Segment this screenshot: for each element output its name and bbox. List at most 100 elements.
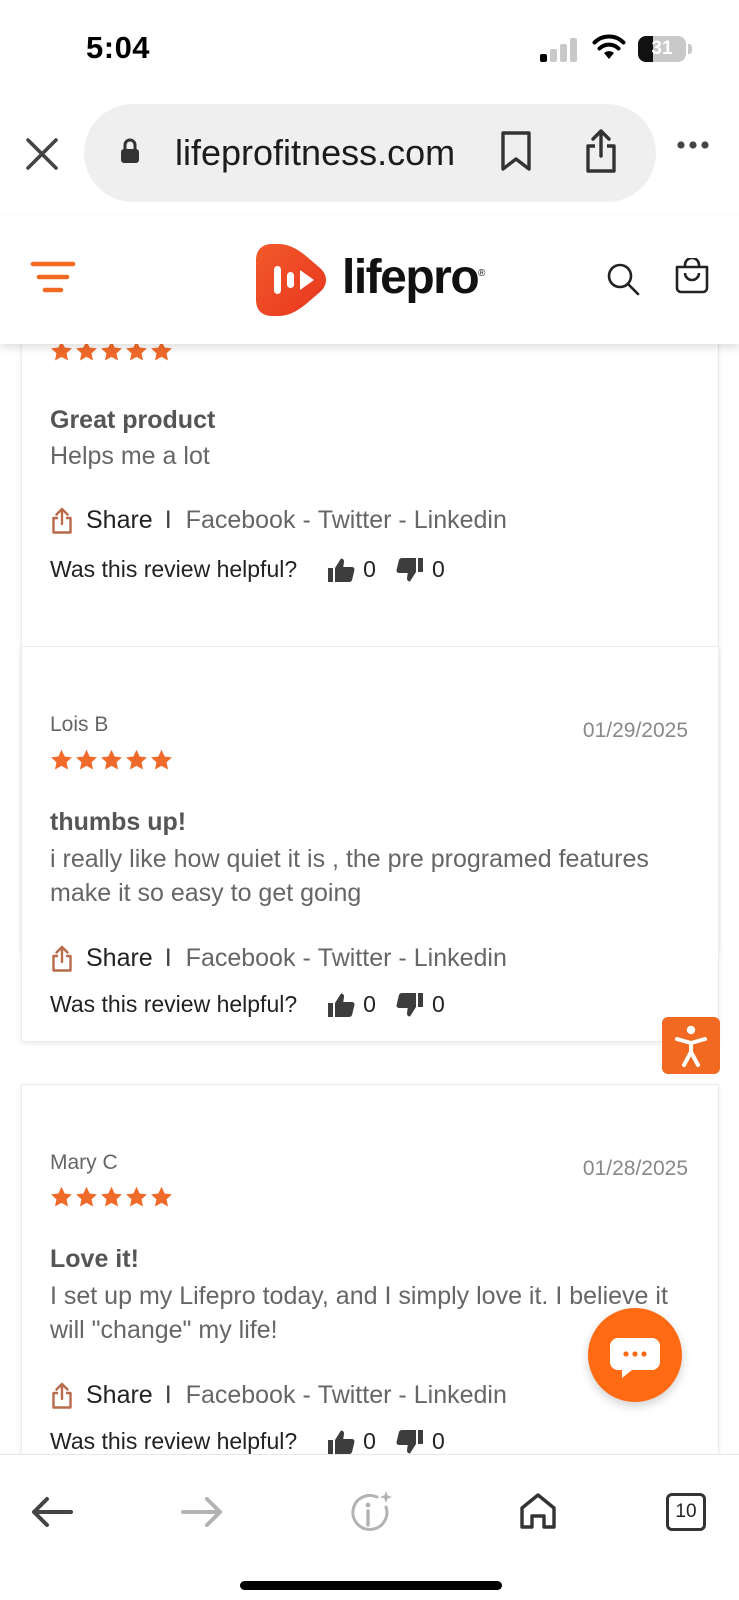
helpful-row: Was this review helpful? 0 0	[50, 1428, 445, 1454]
site-header: lifepro ®	[0, 216, 739, 344]
thumbs-up-icon[interactable]	[327, 1429, 355, 1455]
share-icon[interactable]	[50, 507, 74, 535]
lock-icon	[121, 138, 139, 163]
chat-button[interactable]	[588, 1308, 682, 1402]
home-indicator	[240, 1581, 502, 1590]
star-icon	[100, 749, 123, 771]
review-title: Great product	[50, 406, 216, 434]
share-separator: I	[164, 506, 172, 534]
share-dash: -	[302, 944, 311, 972]
info-icon[interactable]	[348, 1489, 396, 1537]
share-label[interactable]: Share	[86, 506, 153, 535]
share-separator: I	[164, 944, 172, 972]
helpful-prompt: Was this review helpful?	[50, 1428, 298, 1454]
star-icon	[150, 344, 173, 362]
share-separator: I	[164, 1381, 172, 1409]
share-row: Share I Facebook - Twitter - Linkedin	[50, 944, 507, 973]
helpful-yes-count: 0	[363, 556, 376, 582]
share-label[interactable]: Share	[86, 1381, 153, 1410]
share-label[interactable]: Share	[86, 944, 153, 973]
star-icon	[125, 1186, 148, 1208]
status-time: 5:04	[86, 30, 151, 65]
logo-mark-icon[interactable]	[254, 242, 330, 318]
share-row: Share I Facebook - Twitter - Linkedin	[50, 1381, 507, 1410]
star-icon	[100, 344, 123, 362]
more-icon[interactable]	[676, 140, 710, 150]
share-twitter-link[interactable]: Twitter	[318, 944, 392, 973]
review-title: thumbs up!	[50, 808, 187, 836]
share-twitter-link[interactable]: Twitter	[318, 506, 392, 535]
chat-icon	[610, 1338, 660, 1378]
star-icon	[150, 1186, 173, 1208]
logo-text[interactable]: lifepro	[342, 250, 480, 305]
thumbs-down-icon[interactable]	[396, 557, 424, 583]
logo-registered-mark: ®	[478, 268, 486, 279]
share-row: Share I Facebook - Twitter - Linkedin	[50, 506, 507, 535]
battery-percent: 31	[651, 38, 673, 59]
cart-icon[interactable]	[674, 258, 710, 294]
star-icon	[125, 749, 148, 771]
star-icon	[75, 344, 98, 362]
share-icon[interactable]	[584, 128, 618, 174]
close-icon[interactable]	[22, 134, 62, 174]
accessibility-button[interactable]	[662, 1017, 720, 1074]
thumbs-up-icon[interactable]	[327, 557, 355, 583]
share-facebook-link[interactable]: Facebook	[186, 944, 296, 973]
bookmark-icon[interactable]	[500, 130, 532, 172]
home-icon[interactable]	[518, 1491, 558, 1531]
url-text[interactable]: lifeprofitness.com	[175, 132, 455, 174]
back-icon[interactable]	[30, 1495, 74, 1529]
thumbs-up-icon[interactable]	[327, 992, 355, 1018]
rating-stars	[50, 344, 173, 362]
star-icon	[75, 749, 98, 771]
cellular-signal-icon	[540, 38, 578, 62]
helpful-row: Was this review helpful? 0 0	[50, 991, 445, 1018]
thumbs-down-icon[interactable]	[396, 992, 424, 1018]
star-icon	[125, 344, 148, 362]
helpful-no-count: 0	[431, 991, 445, 1017]
tabs-button[interactable]: 10	[666, 1493, 706, 1531]
share-twitter-link[interactable]: Twitter	[318, 1381, 392, 1410]
share-dash: -	[398, 1381, 407, 1409]
share-linkedin-link[interactable]: Linkedin	[414, 944, 507, 973]
search-icon[interactable]	[606, 262, 640, 296]
helpful-yes-count: 0	[363, 1428, 376, 1454]
review-date: 01/29/2025	[582, 719, 688, 742]
share-icon[interactable]	[50, 945, 74, 973]
review-title: Love it!	[50, 1245, 139, 1273]
review-body: Helps me a lot	[50, 442, 210, 470]
rating-stars	[50, 1186, 173, 1208]
helpful-no-count: 0	[431, 1428, 445, 1454]
review-card: Lois B 01/29/2025 thumbs up! i really li…	[21, 646, 719, 1042]
helpful-yes-count: 0	[363, 991, 376, 1017]
review-date: 01/28/2025	[582, 1157, 688, 1180]
wifi-icon	[592, 34, 626, 59]
battery-tip	[688, 44, 692, 54]
share-icon[interactable]	[50, 1382, 74, 1410]
status-bar: 5:04 31	[0, 0, 739, 96]
star-icon	[50, 749, 73, 771]
star-icon	[75, 1186, 98, 1208]
share-facebook-link[interactable]: Facebook	[186, 1381, 296, 1410]
share-linkedin-link[interactable]: Linkedin	[414, 1381, 507, 1410]
share-facebook-link[interactable]: Facebook	[186, 506, 296, 535]
share-dash: -	[302, 506, 311, 534]
thumbs-down-icon[interactable]	[396, 1429, 424, 1455]
forward-icon[interactable]	[180, 1495, 224, 1529]
review-body: i really like how quiet it is , the pre …	[50, 845, 649, 907]
star-icon	[150, 749, 173, 771]
helpful-prompt: Was this review helpful?	[50, 556, 298, 582]
share-linkedin-link[interactable]: Linkedin	[414, 506, 507, 535]
helpful-row: Was this review helpful? 0 0	[50, 556, 445, 583]
share-dash: -	[398, 944, 407, 972]
helpful-no-count: 0	[431, 556, 445, 582]
accessibility-icon	[675, 1025, 707, 1067]
star-icon	[100, 1186, 123, 1208]
share-dash: -	[302, 1381, 311, 1409]
star-icon	[50, 1186, 73, 1208]
star-icon	[50, 344, 73, 362]
reviews-list[interactable]: Great product Helps me a lot Share I Fac…	[0, 344, 739, 1454]
battery-icon: 31	[638, 36, 686, 62]
reviewer-name: Lois B	[50, 713, 109, 736]
menu-icon[interactable]	[30, 260, 76, 294]
